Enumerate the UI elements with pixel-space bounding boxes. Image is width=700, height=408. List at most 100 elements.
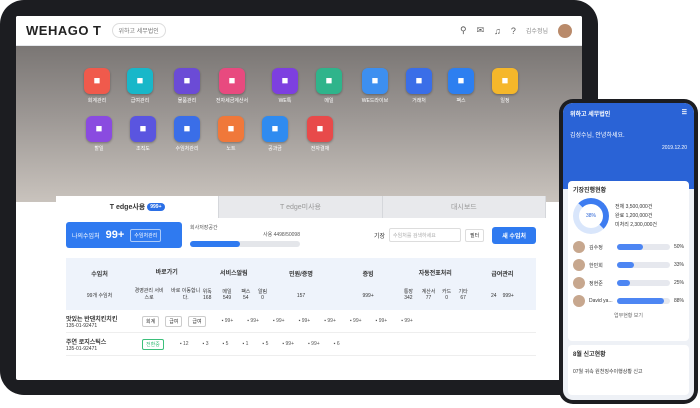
app-1[interactable]: ■ 회계관리 [76, 68, 118, 104]
person-name: 한민희 [589, 262, 603, 269]
stat-value: 위독 168 [202, 288, 212, 301]
app-8[interactable]: ■ 거래처 [398, 68, 440, 104]
tab-edge-use[interactable]: T edge사용 999+ [56, 196, 220, 218]
row-cell[interactable]: ▪ 99+ [401, 318, 413, 324]
app-14[interactable]: ■ 노트 [210, 116, 252, 152]
chat-icon[interactable]: ✉ [477, 25, 485, 36]
bell-icon[interactable]: ♫ [494, 26, 501, 36]
app-icon: ■ [492, 68, 518, 94]
row-cell[interactable]: ▪ 99+ [350, 318, 362, 324]
person-row[interactable]: 한민희 33% [568, 256, 689, 274]
row-cell[interactable]: ▪ 99+ [282, 341, 294, 347]
app-label: 전자결재 [310, 146, 330, 152]
row-chip[interactable]: 전환중 [142, 338, 164, 350]
row-cell[interactable]: ▪ 99+ [222, 318, 234, 324]
person-name: 김수정 [589, 244, 603, 251]
row-cell[interactable]: ▪ 6 [334, 341, 340, 347]
row-cell[interactable]: ▪ 99+ [273, 318, 285, 324]
person-name: David ya... [589, 298, 613, 304]
client-manage-button[interactable]: 수임처관리 [130, 228, 162, 242]
app-icon: ■ [174, 68, 200, 94]
table-row[interactable]: 맛있는 반댄치킨치킨 135-01-92471 회계 급여 급여 ▪ 99+ ▪ 99+ ▪ … [66, 310, 536, 333]
person-row[interactable]: 정현준 25% [568, 274, 689, 292]
row-cell[interactable]: ▪ 99+ [247, 318, 259, 324]
app-icon: ■ [130, 116, 156, 142]
tab-edge-unused[interactable]: T edge미사용 [219, 196, 383, 218]
stat-column[interactable]: 바로가기 경영관리 서비스로 바로 이동합니다. [133, 258, 201, 310]
row-cell[interactable]: ▪ 99+ [299, 318, 311, 324]
company-selector[interactable]: 위하고 세무법인 [111, 23, 166, 38]
stat-head: 증빙 [362, 272, 374, 279]
report-title: 8월 신고현황 [573, 352, 606, 358]
stat-value: 경영관리 서비스로 [134, 287, 164, 301]
row-cell[interactable]: ▪ 3 [203, 341, 209, 347]
help-icon[interactable]: ? [511, 26, 516, 36]
stat-value: 24 [491, 292, 497, 299]
row-cell[interactable]: ▪ 99+ [308, 341, 320, 347]
search-icon[interactable]: ⚲ [460, 25, 467, 36]
app-4[interactable]: ■ 전자세금계산서 [211, 68, 253, 104]
app-2[interactable]: ■ 급여관리 [119, 68, 161, 104]
avatar[interactable] [558, 23, 572, 38]
search-input[interactable]: 수임처를 검색하세요 [389, 228, 462, 242]
app-icon: ■ [86, 116, 112, 142]
tab-dashboard[interactable]: 대시보드 [382, 196, 546, 218]
app-11[interactable]: ■ 할일 [78, 116, 120, 152]
my-clients-card[interactable]: 나의수임처 99+ 수임처관리 [66, 222, 182, 248]
stat-column[interactable]: 급여관리 24 999+ [469, 258, 536, 310]
app-label: 메일 [324, 98, 334, 104]
table-row[interactable]: 주연 로지스틱스 135-01-92471 전환중 ▪ 12 ▪ 3 ▪ 5 ▪ 1 ▪ 5 ▪… [66, 333, 536, 356]
report-line[interactable]: 07월 귀속 원천징수이행상황 신고 [573, 368, 684, 375]
app-12[interactable]: ■ 조직도 [122, 116, 164, 152]
storage-meter: 회사저장공간 사용 4498/50098 [190, 224, 300, 247]
app-logo[interactable]: WEHAGO T [26, 23, 102, 38]
phone-greeting: 김성수님, 안녕하세요. [570, 133, 625, 139]
top-bar: WEHAGO T 위하고 세무법인 ⚲ ✉ ♫ ? 김수정님 [16, 16, 582, 46]
app-5[interactable]: ■ WE톡 [264, 68, 306, 104]
person-row[interactable]: 김수정 50% [568, 238, 689, 256]
app-15[interactable]: ■ 공과금 [254, 116, 296, 152]
new-client-button[interactable]: 새 수임처 [492, 226, 536, 244]
app-3[interactable]: ■ 물품관리 [166, 68, 208, 104]
filter-button[interactable]: 필터 [465, 228, 485, 242]
row-chip[interactable]: 회계 [142, 315, 160, 327]
app-10[interactable]: ■ 일정 [484, 68, 526, 104]
app-6[interactable]: ■ 메일 [308, 68, 350, 104]
row-cell[interactable]: ▪ 1 [242, 341, 248, 347]
app-9[interactable]: ■ 팩스 [440, 68, 482, 104]
work-status-link[interactable]: 업무현황 보기 [568, 310, 689, 319]
stat-value: 알림 0 [257, 288, 268, 301]
app-label: WE드라이브 [361, 98, 389, 104]
stat-column[interactable]: 증빙 999+ [335, 258, 402, 310]
tab-badge: 999+ [147, 203, 165, 211]
menu-icon[interactable]: ☰ [682, 109, 687, 118]
stat-column[interactable]: 민원/증명 157 [267, 258, 334, 310]
app-13[interactable]: ■ 수임처관리 [166, 116, 208, 152]
progress-card: 기장진행현황 38% 전체 3,500,000건 완료 1,200,000건 미처리… [568, 181, 689, 341]
row-chip[interactable]: 급여 [165, 315, 183, 327]
client-name: 맛있는 반댄치킨치킨 [66, 316, 118, 323]
row-cell[interactable]: ▪ 99+ [324, 318, 336, 324]
row-cell[interactable]: ▪ 5 [262, 341, 268, 347]
person-percent: 33% [673, 262, 684, 268]
stat-value: 999+ [362, 292, 374, 299]
person-row[interactable]: David ya... 88% [568, 292, 689, 310]
row-chip[interactable]: 급여 [188, 315, 206, 327]
user-name[interactable]: 김수정님 [526, 26, 548, 35]
app-label: 수임처관리 [175, 146, 199, 152]
stat-head: 바로가기 [155, 270, 178, 277]
stat-value: 통장 342 [403, 288, 414, 301]
row-cell[interactable]: ▪ 5 [223, 341, 229, 347]
app-16[interactable]: ■ 전자결재 [299, 116, 341, 152]
report-card: 8월 신고현황 07월 귀속 원천징수이행상황 신고 [568, 345, 689, 395]
person-progress [617, 262, 670, 268]
stat-column[interactable]: 자동전표처리 통장 342 계산서 77 카드 0 기타 67 [402, 258, 469, 310]
stat-column[interactable]: 수임처 99개 수임처 [66, 258, 133, 310]
stat-column[interactable]: 서비스알림 위독 168 메일 549 팩스 54 알림 0 [200, 258, 268, 310]
app-7[interactable]: ■ WE드라이브 [354, 68, 396, 104]
avatar [573, 277, 585, 289]
row-cell[interactable]: ▪ 99+ [376, 318, 388, 324]
storage-usage: 사용 4498/50098 [262, 231, 300, 238]
row-cell[interactable]: ▪ 12 [180, 341, 189, 347]
total-line: 미처리 2,300,000건 [615, 221, 658, 228]
